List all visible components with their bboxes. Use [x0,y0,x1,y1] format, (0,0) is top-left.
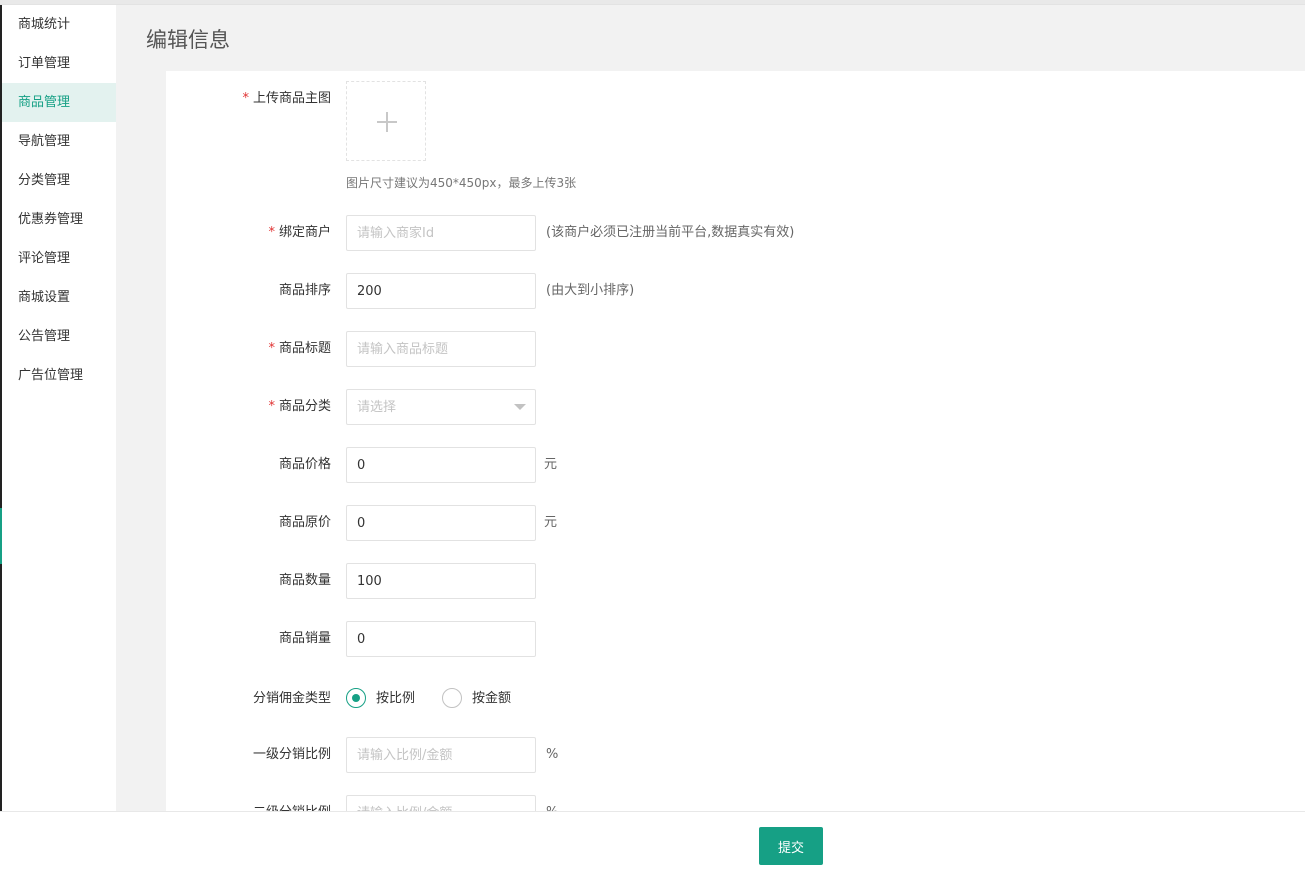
category-select[interactable] [346,389,536,425]
level1-unit: % [546,747,559,762]
original-price-unit: 元 [544,515,558,530]
level1-label: 一级分销比例 [252,747,331,762]
sidebar-item-orders[interactable]: 订单管理 [2,44,116,83]
level1-input[interactable] [346,737,536,773]
sort-note: (由大到小排序) [546,283,635,298]
sidebar-item-announcements[interactable]: 公告管理 [2,317,116,356]
required-mark: * [268,399,275,414]
original-price-label: 商品原价 [278,515,331,530]
title-row: * 商品标题 [166,331,1305,367]
sort-label: 商品排序 [278,283,331,298]
level2-input[interactable] [346,795,536,812]
commission-type-row: 分销佣金类型 按比例 按金额 [166,681,1305,717]
merchant-id-input[interactable] [346,215,536,251]
quantity-label: 商品数量 [278,573,331,588]
submit-button[interactable]: 提交 [759,827,823,865]
quantity-row: 商品数量 [166,563,1305,599]
sort-row: 商品排序 (由大到小排序) [166,273,1305,309]
image-upload-button[interactable] [346,81,426,161]
original-price-row: 商品原价 元 [166,505,1305,541]
sidebar-item-mall-settings[interactable]: 商城设置 [2,278,116,317]
product-title-input[interactable] [346,331,536,367]
page-title: 编辑信息 [146,28,230,52]
price-unit: 元 [544,457,558,472]
content-area: 编辑信息 * 上传商品主图 图片尺寸建议为450*450px，最多上传3张 * 绑定… [116,5,1305,812]
required-mark: * [268,225,275,240]
required-mark: * [268,341,275,356]
sales-row: 商品销量 [166,621,1305,657]
sidebar-item-mall-stats[interactable]: 商城统计 [2,5,116,44]
radio-by-ratio-label[interactable]: 按比例 [376,681,415,717]
required-mark: * [242,91,249,106]
merchant-note: (该商户必须已注册当前平台,数据真实有效) [546,225,795,240]
category-row: * 商品分类 [166,389,1305,425]
caret-down-icon [514,404,526,410]
price-row: 商品价格 元 [166,447,1305,483]
sidebar-item-navigation[interactable]: 导航管理 [2,122,116,161]
sidebar-item-reviews[interactable]: 评论管理 [2,239,116,278]
sidebar-item-products[interactable]: 商品管理 [2,83,116,122]
level1-row: 一级分销比例 % [166,737,1305,773]
sidebar-item-coupons[interactable]: 优惠券管理 [2,200,116,239]
sidebar-item-ad-slots[interactable]: 广告位管理 [2,356,116,395]
level2-label: 二级分销比例 [253,795,331,812]
radio-by-amount-label[interactable]: 按金额 [472,681,511,717]
footer-bar: 提交 [0,811,1305,870]
upload-row: * 上传商品主图 [166,81,1305,117]
merchant-row: *绑定商户 (该商户必须已注册当前平台,数据真实有效) [166,215,1305,251]
price-label: 商品价格 [278,457,331,472]
original-price-input[interactable] [346,505,536,541]
sidebar-item-categories[interactable]: 分类管理 [2,161,116,200]
title-label: * 商品标题 [268,341,331,356]
upload-hint: 图片尺寸建议为450*450px，最多上传3张 [346,176,577,190]
level2-row: 二级分销比例 % [166,795,1305,812]
quantity-input[interactable] [346,563,536,599]
merchant-label: * 绑定商户 [268,225,331,240]
sidebar: 商城统计 订单管理 商品管理 导航管理 分类管理 优惠券管理 评论管理 商城设置… [2,5,116,812]
upload-label: * 上传商品主图 [242,91,331,106]
price-input[interactable] [346,447,536,483]
radio-by-ratio[interactable] [346,688,366,708]
edit-form: *上传商品主图 图片尺寸建议为450*450px，最多上传3张 *绑定商户 (该… [166,71,1305,812]
category-label: * 商品分类 [268,399,331,414]
sales-label: 商品销量 [278,631,331,646]
sales-input[interactable] [346,621,536,657]
level2-unit: % [546,795,558,812]
radio-by-amount[interactable] [442,688,462,708]
sort-input[interactable] [346,273,536,309]
commission-type-label: 分销佣金类型 [252,691,331,706]
